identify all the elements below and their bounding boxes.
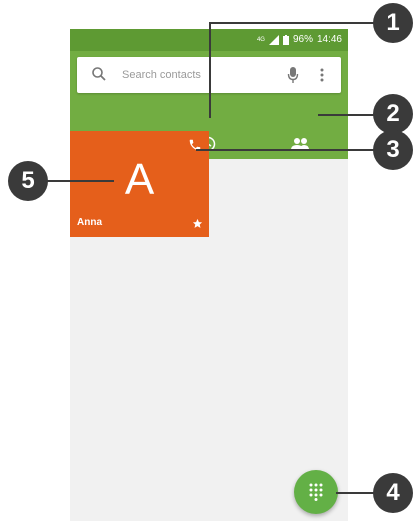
search-icon[interactable]: [91, 66, 107, 82]
callout-line-3: [196, 149, 376, 151]
callout-line-1: [209, 22, 211, 118]
callout-5: 5: [8, 161, 48, 201]
favorite-star-icon: [192, 218, 203, 228]
contact-name: Anna: [77, 217, 102, 228]
callout-3: 3: [373, 130, 413, 170]
callout-line-4: [336, 492, 376, 494]
dialpad-icon: [309, 483, 323, 501]
callout-4: 4: [373, 473, 413, 513]
search-input[interactable]: Search contacts: [122, 69, 201, 81]
network-type: 4G: [256, 36, 265, 43]
dialpad-button[interactable]: [294, 470, 338, 514]
callout-line-5: [46, 180, 114, 182]
battery-level: 96%: [292, 34, 313, 45]
callout-line-1-h: [209, 22, 377, 24]
callout-2: 2: [373, 94, 413, 134]
more-options-icon[interactable]: [319, 66, 325, 84]
microphone-icon[interactable]: [287, 66, 299, 84]
clock-time: 14:46: [316, 34, 342, 45]
callout-1: 1: [373, 3, 413, 43]
contact-tile[interactable]: A Anna: [70, 131, 209, 237]
signal-icon: [268, 34, 279, 45]
callout-line-2: [318, 114, 376, 116]
battery-icon: [282, 34, 289, 45]
tab-contacts[interactable]: [254, 128, 346, 159]
